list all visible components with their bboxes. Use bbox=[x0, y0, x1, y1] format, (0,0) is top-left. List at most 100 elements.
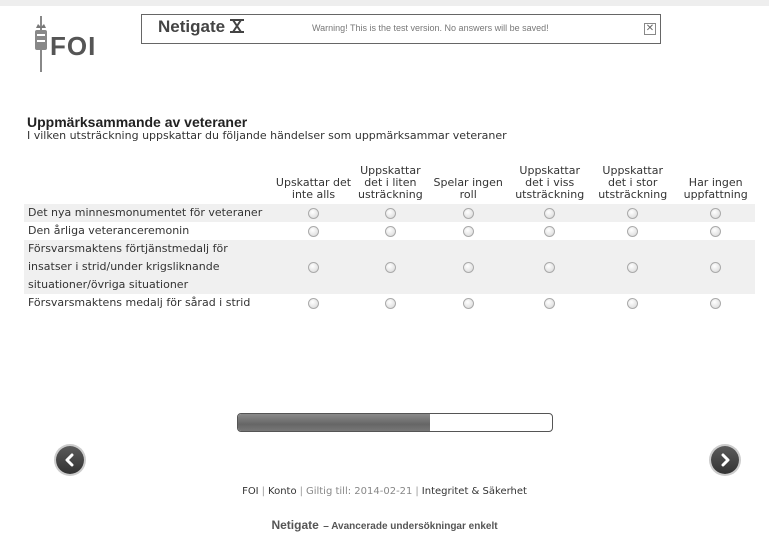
radio-option[interactable] bbox=[384, 298, 396, 309]
footer-org-link[interactable]: FOI bbox=[242, 486, 259, 497]
row-label-line: Försvarsmaktens förtjänstmedalj för bbox=[28, 242, 228, 255]
column-header-line: utsträckning bbox=[598, 188, 668, 201]
chevron-right-icon bbox=[721, 453, 730, 467]
row-label-line: Den årliga veteranceremonin bbox=[28, 224, 190, 237]
column-header: Uppskattar det i liten usträckning bbox=[355, 165, 426, 204]
radio-option[interactable] bbox=[462, 262, 474, 273]
radio-cell bbox=[589, 222, 677, 240]
progress-fill bbox=[238, 414, 430, 431]
top-strip bbox=[0, 0, 769, 6]
matrix-header-row: Upskattar det inte alls Uppskattar det i li… bbox=[24, 165, 755, 204]
radio-cell bbox=[355, 222, 426, 240]
row-label-line: Försvarsmaktens medalj för sårad i strid bbox=[28, 296, 251, 309]
radio-cell bbox=[588, 204, 677, 222]
footer-konto-link[interactable]: Konto bbox=[268, 486, 297, 497]
radio-cell bbox=[511, 222, 589, 240]
column-header: Har ingen uppfattning bbox=[677, 165, 755, 204]
row-label: Försvarsmaktens förtjänstmedalj för insat… bbox=[24, 240, 272, 294]
radio-cell bbox=[426, 222, 511, 240]
radio-cell bbox=[677, 294, 755, 312]
row-label: Försvarsmaktens medalj för sårad i strid bbox=[24, 294, 272, 312]
rating-matrix: Upskattar det inte alls Uppskattar det i li… bbox=[24, 165, 755, 312]
radio-option[interactable] bbox=[710, 262, 722, 273]
close-banner-button[interactable]: ✕ bbox=[644, 23, 656, 35]
crown-emblem-icon bbox=[34, 16, 48, 72]
radio-option[interactable] bbox=[627, 208, 639, 219]
radio-cell bbox=[676, 240, 755, 294]
row-label-line: insatser i strid/under krigsliknande bbox=[28, 260, 220, 273]
radio-option[interactable] bbox=[384, 208, 396, 219]
column-header: Uppskattar det i viss utsträckning bbox=[511, 165, 589, 204]
radio-option[interactable] bbox=[462, 298, 474, 309]
logo-text: FOI bbox=[50, 31, 97, 61]
radio-cell bbox=[272, 240, 355, 294]
radio-option[interactable] bbox=[308, 262, 319, 273]
radio-cell bbox=[355, 240, 426, 294]
matrix-row: Försvarsmaktens förtjänstmedalj för insat… bbox=[24, 240, 755, 294]
row-label: Den årliga veteranceremonin bbox=[24, 222, 272, 240]
radio-option[interactable] bbox=[544, 226, 556, 237]
footer-valid-text: Giltig till: 2014-02-21 bbox=[305, 486, 413, 497]
radio-cell bbox=[355, 294, 426, 312]
radio-option[interactable] bbox=[710, 298, 722, 309]
radio-option[interactable] bbox=[384, 262, 396, 273]
test-version-banner: Netigate Warning! This is the test versi… bbox=[141, 14, 661, 44]
radio-cell bbox=[425, 240, 511, 294]
column-header-line: uppfattning bbox=[683, 188, 748, 201]
netigate-brand-text: Netigate bbox=[158, 17, 226, 36]
radio-cell bbox=[676, 204, 755, 222]
radio-option[interactable] bbox=[627, 262, 639, 273]
radio-cell bbox=[510, 204, 589, 222]
radio-option[interactable] bbox=[308, 298, 319, 309]
radio-cell bbox=[272, 204, 355, 222]
netigate-brand: Netigate bbox=[158, 17, 245, 37]
column-header: Upskattar det inte alls bbox=[272, 165, 355, 204]
radio-option[interactable] bbox=[308, 208, 319, 219]
chevron-left-icon bbox=[65, 453, 74, 467]
radio-option[interactable] bbox=[627, 226, 639, 237]
netigate-mark-icon bbox=[229, 18, 245, 33]
footer-links: FOI | Konto | Giltig till: 2014-02-21 | Integr… bbox=[242, 486, 527, 497]
radio-option[interactable] bbox=[710, 226, 722, 237]
radio-cell bbox=[272, 294, 355, 312]
next-page-button[interactable] bbox=[711, 446, 739, 474]
row-label-line: Det nya minnesmonumentet för veteraner bbox=[28, 206, 263, 219]
footer-privacy-link[interactable]: Integritet & Säkerhet bbox=[422, 486, 527, 497]
radio-cell bbox=[589, 294, 677, 312]
matrix-corner bbox=[24, 165, 272, 204]
column-header: Spelar ingen roll bbox=[426, 165, 511, 204]
radio-option[interactable] bbox=[627, 298, 639, 309]
radio-cell bbox=[511, 294, 589, 312]
progress-bar bbox=[237, 413, 553, 432]
previous-page-button[interactable] bbox=[56, 446, 84, 474]
radio-cell bbox=[272, 222, 355, 240]
radio-option[interactable] bbox=[544, 298, 556, 309]
column-header-line: utsträckning bbox=[515, 188, 585, 201]
row-label-line: situationer/övriga situationer bbox=[28, 278, 189, 291]
column-header-line: roll bbox=[459, 188, 477, 201]
radio-option[interactable] bbox=[462, 226, 474, 237]
radio-option[interactable] bbox=[384, 226, 396, 237]
radio-option[interactable] bbox=[710, 208, 722, 219]
question-subtitle: I vilken utsträckning uppskattar du följ… bbox=[27, 129, 507, 142]
radio-cell bbox=[425, 204, 511, 222]
question-title: Uppmärksammande av veteraner bbox=[27, 114, 248, 130]
test-warning-text: Warning! This is the test version. No an… bbox=[312, 23, 549, 33]
footer-brand: Netigate – Avancerade undersökningar enk… bbox=[271, 518, 498, 532]
matrix-row: Försvarsmaktens medalj för sårad i strid bbox=[24, 294, 755, 312]
footer-tagline: Avancerade undersökningar enkelt bbox=[331, 521, 498, 532]
radio-cell bbox=[510, 240, 589, 294]
radio-option[interactable] bbox=[544, 262, 556, 273]
footer-brand-name: Netigate bbox=[271, 518, 319, 532]
row-label: Det nya minnesmonumentet för veteraner bbox=[24, 204, 272, 222]
radio-option[interactable] bbox=[308, 226, 319, 237]
radio-cell bbox=[588, 240, 677, 294]
radio-option[interactable] bbox=[544, 208, 556, 219]
radio-cell bbox=[355, 204, 426, 222]
radio-cell bbox=[677, 222, 755, 240]
column-header-line: inte alls bbox=[291, 188, 336, 201]
foi-logo: FOI bbox=[34, 16, 96, 72]
column-header-line: usträckning bbox=[358, 188, 423, 201]
matrix-row: Den årliga veteranceremonin bbox=[24, 222, 755, 240]
radio-option[interactable] bbox=[462, 208, 474, 219]
